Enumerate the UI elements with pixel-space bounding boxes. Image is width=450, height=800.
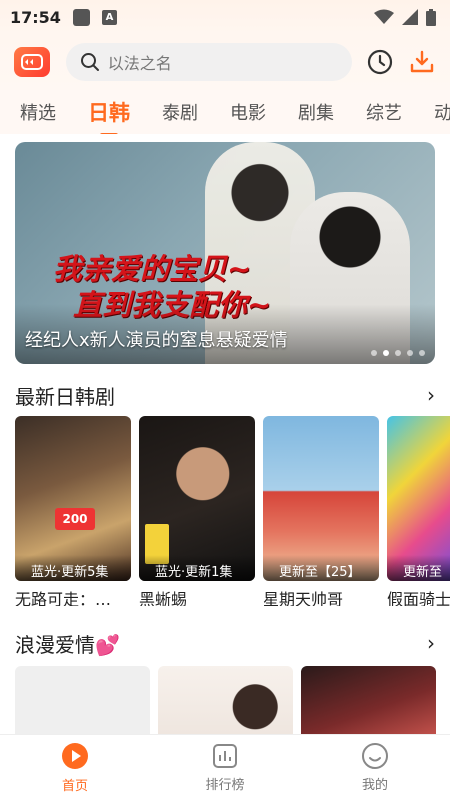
bottom-navigation: 首页 排行榜 我的 [0, 734, 450, 800]
chart-icon [213, 744, 237, 768]
history-button[interactable] [366, 48, 394, 76]
section-romance-header[interactable]: 浪漫爱情💕 › [15, 628, 435, 658]
category-tabs: 精选 日韩 泰剧 电影 剧集 综艺 动 [0, 90, 450, 134]
drama-card[interactable]: 蓝光·更新1集 黑蜥蜴 [139, 416, 255, 606]
search-bar[interactable]: 以法之名 [65, 43, 353, 81]
section-title: 浪漫爱情💕 [15, 632, 120, 657]
romance-row [15, 666, 450, 734]
clock-icon [368, 49, 393, 75]
pagination-dot[interactable] [419, 350, 425, 356]
nav-label: 首页 [61, 779, 88, 794]
smiley-profile-icon [362, 743, 388, 769]
battery-icon [426, 8, 436, 26]
hero-banner[interactable]: 我亲爱的宝贝~ 直到我支配你~ 经纪人x新人演员的窒息悬疑爱情 [15, 142, 435, 364]
poster-image[interactable] [158, 666, 293, 734]
tab-series[interactable]: 剧集 [298, 99, 334, 125]
banner-caption: 经纪人x新人演员的窒息悬疑爱情 [25, 330, 288, 351]
drama-card[interactable]: 更新至 假面骑士 [387, 416, 450, 606]
search-placeholder: 以法之名 [107, 54, 172, 73]
nav-label: 我的 [361, 778, 388, 793]
poster-image: 更新至 [387, 416, 450, 581]
poster-badge: 蓝光·更新5集 [15, 555, 131, 581]
drama-title: 黑蜥蜴 [139, 590, 188, 606]
drama-title: 星期天帅哥 [263, 590, 344, 606]
latest-drama-row: 200 蓝光·更新5集 无路可走：… 蓝光·更新1集 黑蜥蜴 更新至【25】 星… [15, 416, 450, 606]
nav-label: 排行榜 [205, 778, 245, 793]
chevron-right-icon[interactable]: › [427, 631, 435, 655]
banner-pagination [371, 350, 425, 356]
nav-ranking[interactable]: 排行榜 [150, 735, 300, 800]
tab-japan-korea[interactable]: 日韩 [88, 97, 130, 127]
top-header: 以法之名 [0, 34, 450, 90]
signal-icon [402, 9, 418, 25]
poster-image[interactable] [15, 666, 150, 734]
poster-image: 蓝光·更新1集 [139, 416, 255, 581]
poster-badge: 蓝光·更新1集 [139, 555, 255, 581]
app-logo-icon [20, 54, 43, 70]
tab-movies[interactable]: 电影 [230, 99, 266, 125]
accessibility-icon: A [101, 9, 117, 25]
drama-title: 无路可走：… [15, 590, 112, 606]
notification-icon [72, 8, 90, 26]
status-bar: 17:54 A [0, 0, 450, 34]
chevron-right-icon[interactable]: › [427, 383, 435, 407]
poster-image: 200 蓝光·更新5集 [15, 416, 131, 581]
poster-image: 更新至【25】 [263, 416, 379, 581]
poster-price-tag: 200 [55, 508, 95, 530]
tab-thai-drama[interactable]: 泰剧 [162, 99, 198, 125]
drama-title: 假面骑士 [387, 590, 450, 606]
nav-home[interactable]: 首页 [0, 735, 150, 800]
search-icon [80, 53, 99, 71]
drama-card[interactable]: 更新至【25】 星期天帅哥 [263, 416, 379, 606]
pagination-dot-active[interactable] [383, 350, 389, 356]
status-time: 17:54 [10, 7, 61, 27]
poster-image[interactable] [301, 666, 436, 734]
play-home-icon [62, 743, 88, 769]
tab-anime[interactable]: 动 [434, 99, 450, 125]
nav-profile[interactable]: 我的 [300, 735, 450, 800]
section-title: 最新日韩剧 [15, 384, 115, 409]
drama-card[interactable]: 200 蓝光·更新5集 无路可走：… [15, 416, 131, 606]
poster-badge: 更新至【25】 [263, 555, 379, 581]
tab-variety[interactable]: 综艺 [366, 99, 402, 125]
app-logo[interactable] [14, 47, 50, 77]
download-icon [410, 50, 434, 73]
wifi-icon [374, 9, 394, 24]
pagination-dot[interactable] [371, 350, 377, 356]
pagination-dot[interactable] [395, 350, 401, 356]
section-latest-header[interactable]: 最新日韩剧 › [15, 380, 435, 410]
pagination-dot[interactable] [407, 350, 413, 356]
tab-featured[interactable]: 精选 [20, 99, 56, 125]
download-button[interactable] [408, 48, 436, 76]
poster-badge: 更新至 [387, 555, 450, 581]
